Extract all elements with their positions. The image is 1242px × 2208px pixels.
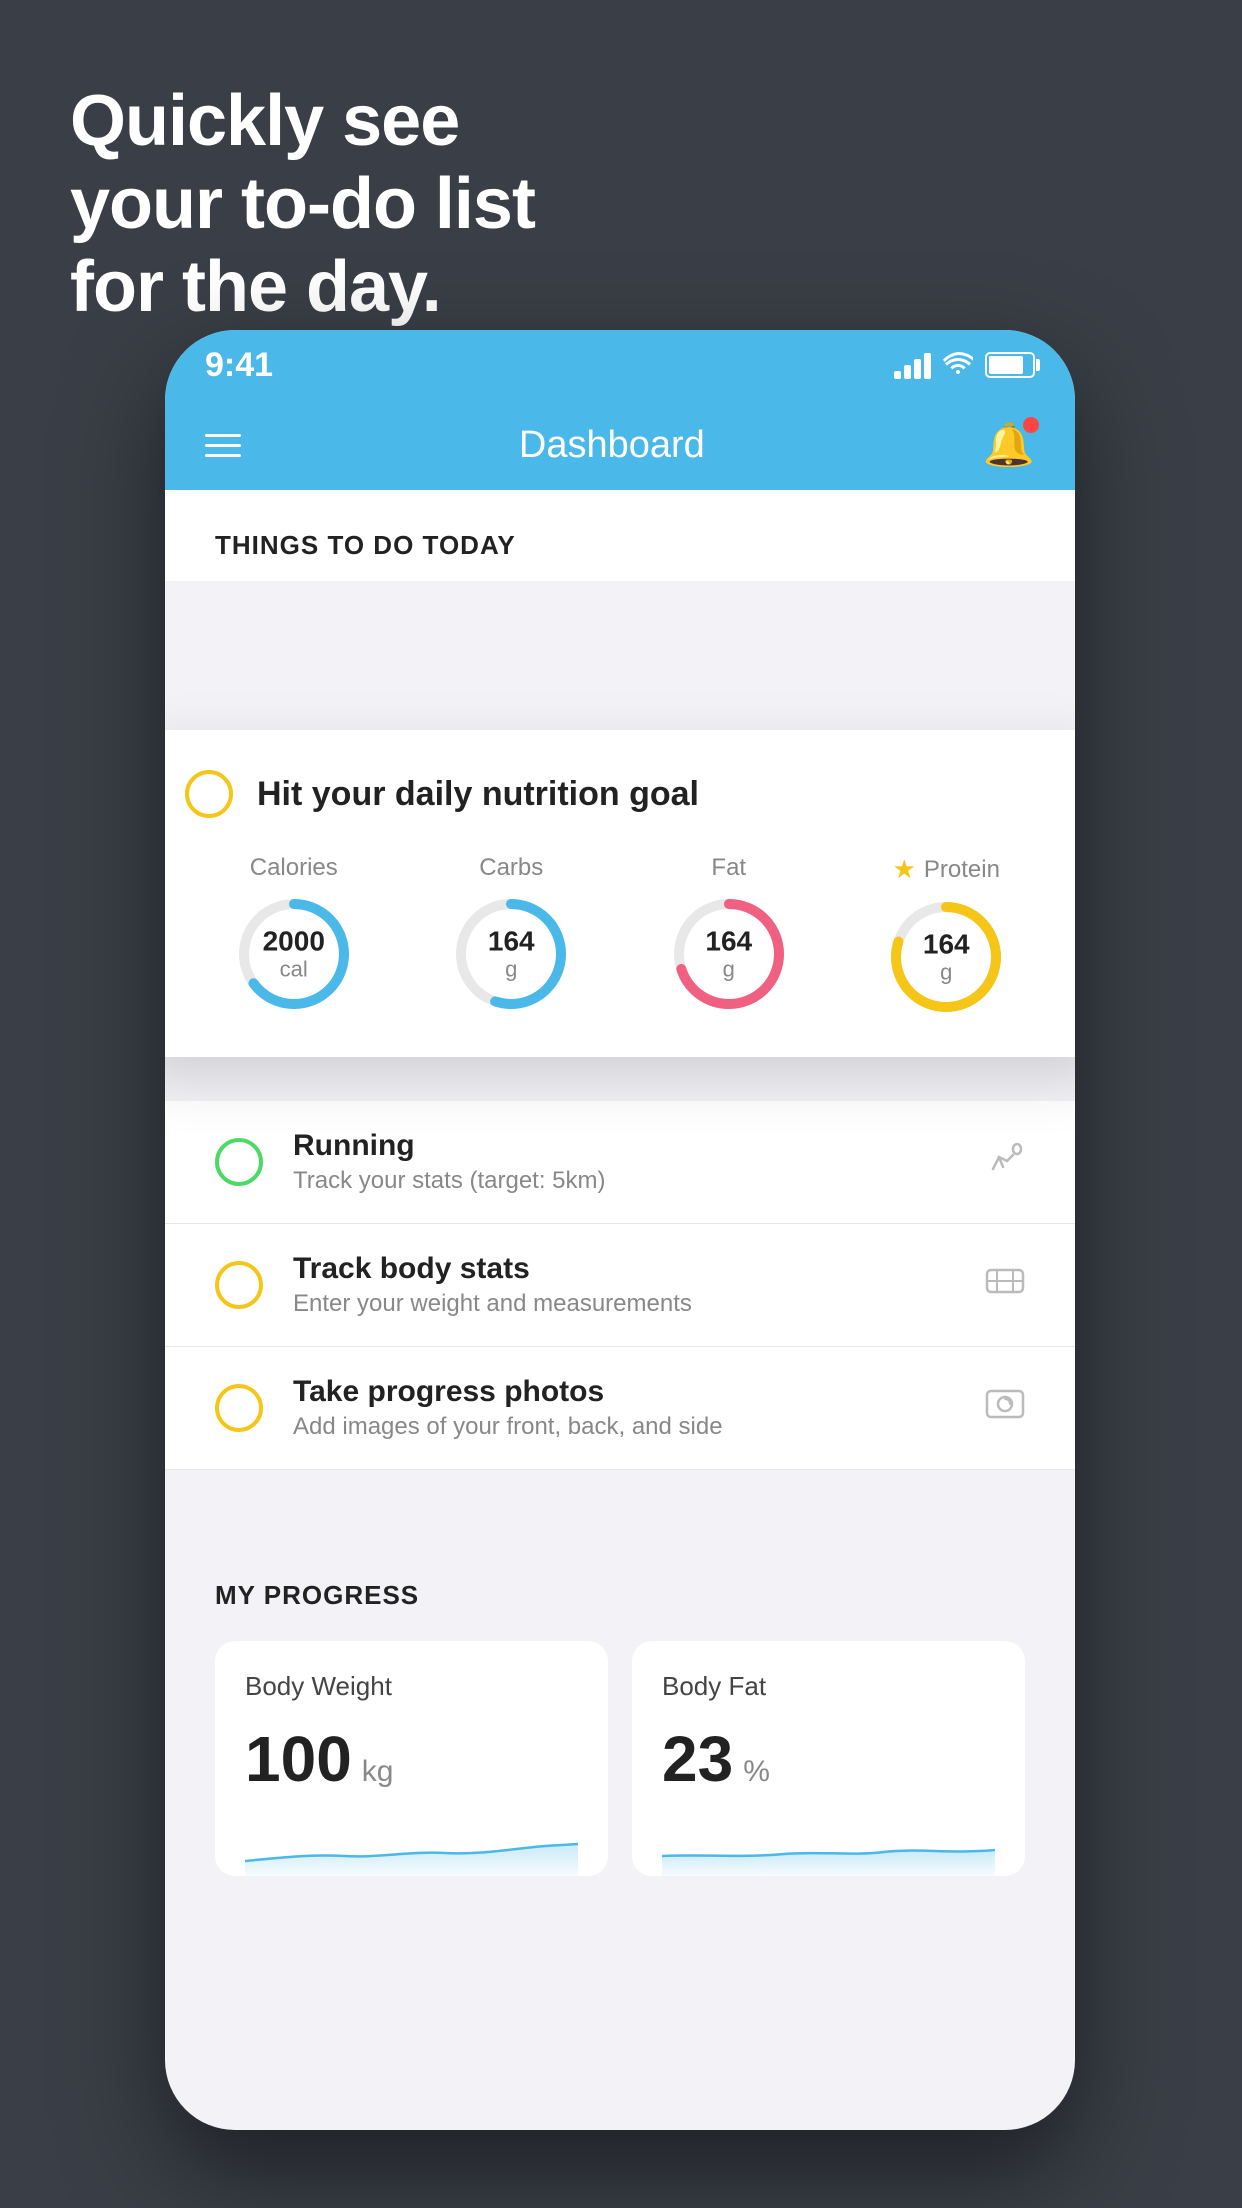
todo-list: Running Track your stats (target: 5km) T…: [165, 1101, 1075, 1470]
photos-name: Take progress photos: [293, 1375, 955, 1409]
nutrition-fat: Fat 164 g: [669, 854, 789, 1014]
body-weight-card: Body Weight 100 kg: [215, 1641, 608, 1876]
signal-icon: [894, 351, 931, 379]
carbs-label: Carbs: [479, 854, 543, 882]
body-fat-chart: [662, 1816, 995, 1876]
phone-frame: 9:41 Dashboard 🔔: [165, 330, 1075, 2130]
fat-label: Fat: [711, 854, 746, 882]
hero-text: Quickly see your to-do list for the day.: [70, 80, 535, 328]
fat-chart: 164 g: [669, 894, 789, 1014]
body-fat-card-title: Body Fat: [662, 1671, 995, 1702]
calories-chart: 2000 cal: [234, 894, 354, 1014]
photos-text: Take progress photos Add images of your …: [293, 1375, 955, 1441]
star-icon: ★: [893, 854, 916, 885]
spacer: [165, 1470, 1075, 1530]
things-section-wrap: THINGS TO DO TODAY Hit your daily nutrit…: [165, 490, 1075, 581]
body-weight-card-title: Body Weight: [245, 1671, 578, 1702]
protein-chart: 164 g: [886, 897, 1006, 1017]
nutrition-protein: ★ Protein 164 g: [886, 854, 1006, 1017]
running-text: Running Track your stats (target: 5km): [293, 1129, 955, 1195]
menu-button[interactable]: [205, 434, 241, 457]
things-section-title: THINGS TO DO TODAY: [215, 530, 1025, 581]
progress-cards: Body Weight 100 kg: [215, 1641, 1025, 1876]
body-stats-sub: Enter your weight and measurements: [293, 1290, 955, 1318]
hero-line1: Quickly see: [70, 80, 535, 163]
nutrition-row: Calories 2000 cal Carbs: [185, 854, 1055, 1017]
todo-item-body-stats[interactable]: Track body stats Enter your weight and m…: [165, 1224, 1075, 1347]
calories-label: Calories: [250, 854, 338, 882]
body-stats-text: Track body stats Enter your weight and m…: [293, 1252, 955, 1318]
carbs-chart: 164 g: [451, 894, 571, 1014]
body-stats-name: Track body stats: [293, 1252, 955, 1286]
running-radio[interactable]: [215, 1138, 263, 1186]
status-icons: [894, 350, 1035, 381]
running-icon: [985, 1141, 1025, 1184]
todo-item-running[interactable]: Running Track your stats (target: 5km): [165, 1101, 1075, 1224]
body-fat-card: Body Fat 23 %: [632, 1641, 1025, 1876]
my-progress-title: MY PROGRESS: [215, 1580, 1025, 1611]
body-fat-value: 23 %: [662, 1722, 995, 1796]
body-stats-icon: [985, 1264, 1025, 1307]
hero-line3: for the day.: [70, 246, 535, 329]
photos-sub: Add images of your front, back, and side: [293, 1413, 955, 1441]
body-stats-radio[interactable]: [215, 1261, 263, 1309]
nutrition-card: Hit your daily nutrition goal Calories 2…: [165, 730, 1075, 1057]
nutrition-goal-radio[interactable]: [185, 770, 233, 818]
app-header: Dashboard 🔔: [165, 400, 1075, 490]
my-progress-section: MY PROGRESS Body Weight 100 kg: [165, 1530, 1075, 1906]
card-title-row: Hit your daily nutrition goal: [185, 770, 1055, 818]
header-title: Dashboard: [519, 424, 705, 467]
wifi-icon: [943, 350, 973, 381]
battery-icon: [985, 352, 1035, 378]
protein-label: ★ Protein: [893, 854, 1000, 885]
hero-line2: your to-do list: [70, 163, 535, 246]
body-weight-chart: [245, 1816, 578, 1876]
running-sub: Track your stats (target: 5km): [293, 1167, 955, 1195]
status-time: 9:41: [205, 346, 273, 385]
photos-icon: [985, 1387, 1025, 1430]
running-name: Running: [293, 1129, 955, 1163]
things-section: THINGS TO DO TODAY: [165, 490, 1075, 581]
body-weight-value: 100 kg: [245, 1722, 578, 1796]
nutrition-carbs: Carbs 164 g: [451, 854, 571, 1014]
nutrition-card-title: Hit your daily nutrition goal: [257, 775, 699, 814]
photos-radio[interactable]: [215, 1384, 263, 1432]
notification-button[interactable]: 🔔: [983, 421, 1035, 470]
notification-dot: [1023, 417, 1039, 433]
todo-item-photos[interactable]: Take progress photos Add images of your …: [165, 1347, 1075, 1470]
status-bar: 9:41: [165, 330, 1075, 400]
nutrition-calories: Calories 2000 cal: [234, 854, 354, 1014]
